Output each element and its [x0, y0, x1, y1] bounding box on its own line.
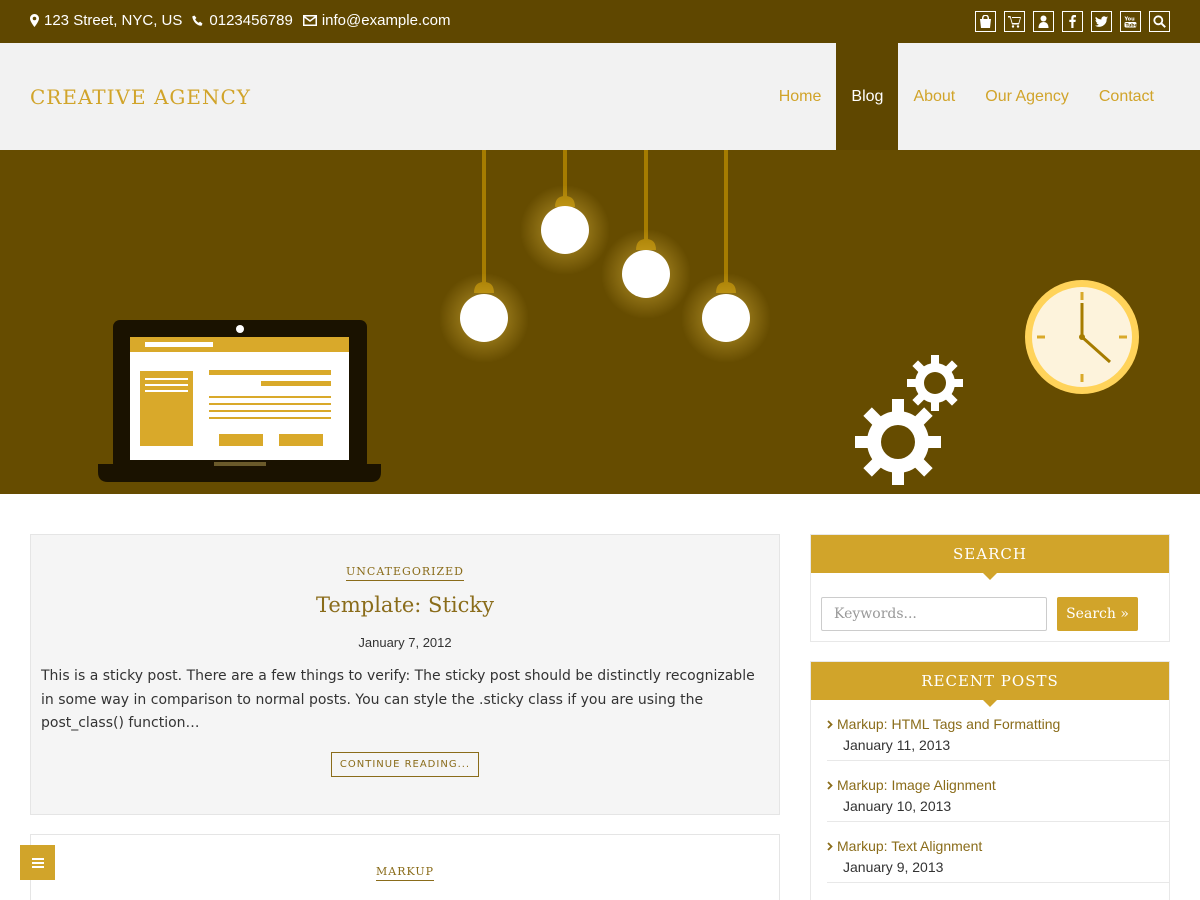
search-input[interactable]: Keywords... [821, 597, 1047, 631]
phone-text: 0123456789 [209, 12, 293, 29]
site-header: CREATIVE AGENCY Home Blog About Our Agen… [0, 43, 1200, 150]
laptop-illustration [98, 320, 381, 482]
nav-our-agency[interactable]: Our Agency [970, 43, 1084, 150]
post-excerpt: This is a sticky post. There are a few t… [41, 668, 755, 731]
search-icon [1153, 15, 1166, 28]
chevron-right-icon [827, 841, 833, 851]
menu-toggle-button[interactable] [20, 845, 55, 880]
phone: 0123456789 [192, 12, 293, 29]
hamburger-menu-icon [31, 857, 44, 868]
twitter-button[interactable] [1091, 11, 1112, 32]
facebook-button[interactable] [1062, 11, 1083, 32]
recent-posts-widget: RECENT POSTS Markup: HTML Tags and Forma… [810, 661, 1170, 900]
post-category[interactable]: MARKUP [376, 865, 434, 881]
recent-post-date: January 9, 2013 [843, 859, 944, 875]
post-date: January 7, 2012 [358, 635, 452, 650]
search-widget-title: SEARCH [811, 535, 1169, 580]
gear-icons [855, 355, 963, 485]
chevron-right-icon [827, 780, 833, 790]
contact-info: 123 Street, NYC, US 0123456789 info@exam… [30, 12, 450, 29]
post-category[interactable]: UNCATEGORIZED [346, 565, 464, 581]
site-logo[interactable]: CREATIVE AGENCY [30, 85, 251, 109]
list-item: Markup: HTML Tags and Formatting January… [827, 700, 1169, 761]
recent-post-link[interactable]: Markup: Text Alignment [827, 838, 1169, 854]
map-marker-icon [30, 14, 39, 27]
list-item: Markup: Text Alignment January 9, 2013 [827, 822, 1169, 883]
chevron-right-icon [827, 719, 833, 729]
nav-about[interactable]: About [898, 43, 970, 150]
svg-text:You: You [1124, 17, 1135, 23]
recent-post-title[interactable]: Markup: Text Alignment [837, 838, 982, 854]
svg-text:Tube: Tube [1126, 23, 1138, 29]
nav-contact[interactable]: Contact [1084, 43, 1169, 150]
recent-posts-title: RECENT POSTS [811, 662, 1169, 707]
phone-icon [192, 15, 203, 26]
cart-icon [1008, 16, 1021, 28]
nav-blog[interactable]: Blog [836, 43, 899, 150]
light-bulbs [439, 150, 771, 363]
recent-post-date: January 11, 2013 [843, 737, 951, 753]
facebook-icon [1069, 15, 1076, 28]
email-text[interactable]: info@example.com [322, 12, 451, 29]
address-text: 123 Street, NYC, US [44, 12, 183, 29]
post-title[interactable]: Template: Sticky [31, 593, 779, 617]
top-bar: 123 Street, NYC, US 0123456789 info@exam… [0, 0, 1200, 43]
recent-post-link[interactable]: Markup: HTML Tags and Formatting [827, 716, 1169, 732]
search-submit-button[interactable]: Search » [1057, 597, 1138, 631]
envelope-icon [302, 15, 317, 26]
list-item: Markup: Image Alignment January 10, 2013 [827, 761, 1169, 822]
recent-post-title[interactable]: Markup: HTML Tags and Formatting [837, 716, 1060, 732]
main-nav: Home Blog About Our Agency Contact [764, 43, 1169, 150]
nav-home[interactable]: Home [764, 43, 837, 150]
post-card: MARKUP [30, 834, 780, 900]
search-widget: SEARCH Keywords... Search » [810, 534, 1170, 642]
email[interactable]: info@example.com [302, 12, 451, 29]
recent-posts-list: Markup: HTML Tags and Formatting January… [811, 700, 1169, 883]
youtube-icon: YouTube [1124, 17, 1138, 29]
social-links: You Tube [975, 11, 1170, 32]
user-icon [1038, 15, 1049, 28]
hero-banner [0, 150, 1200, 494]
address: 123 Street, NYC, US [30, 12, 182, 29]
user-button[interactable] [1033, 11, 1054, 32]
twitter-icon [1095, 16, 1108, 27]
recent-post-link[interactable]: Markup: Image Alignment [827, 777, 1169, 793]
shopping-bag-icon [980, 15, 991, 28]
clock-icon [1025, 280, 1139, 394]
shopping-bag-button[interactable] [975, 11, 996, 32]
continue-reading-button[interactable]: CONTINUE READING... [330, 751, 480, 777]
hero-illustration [98, 150, 1139, 485]
youtube-button[interactable]: You Tube [1120, 11, 1141, 32]
cart-button[interactable] [1004, 11, 1025, 32]
recent-post-title[interactable]: Markup: Image Alignment [837, 777, 996, 793]
search-button[interactable] [1149, 11, 1170, 32]
post-card-sticky: UNCATEGORIZED Template: Sticky January 7… [30, 534, 780, 815]
recent-post-date: January 10, 2013 [843, 798, 952, 814]
